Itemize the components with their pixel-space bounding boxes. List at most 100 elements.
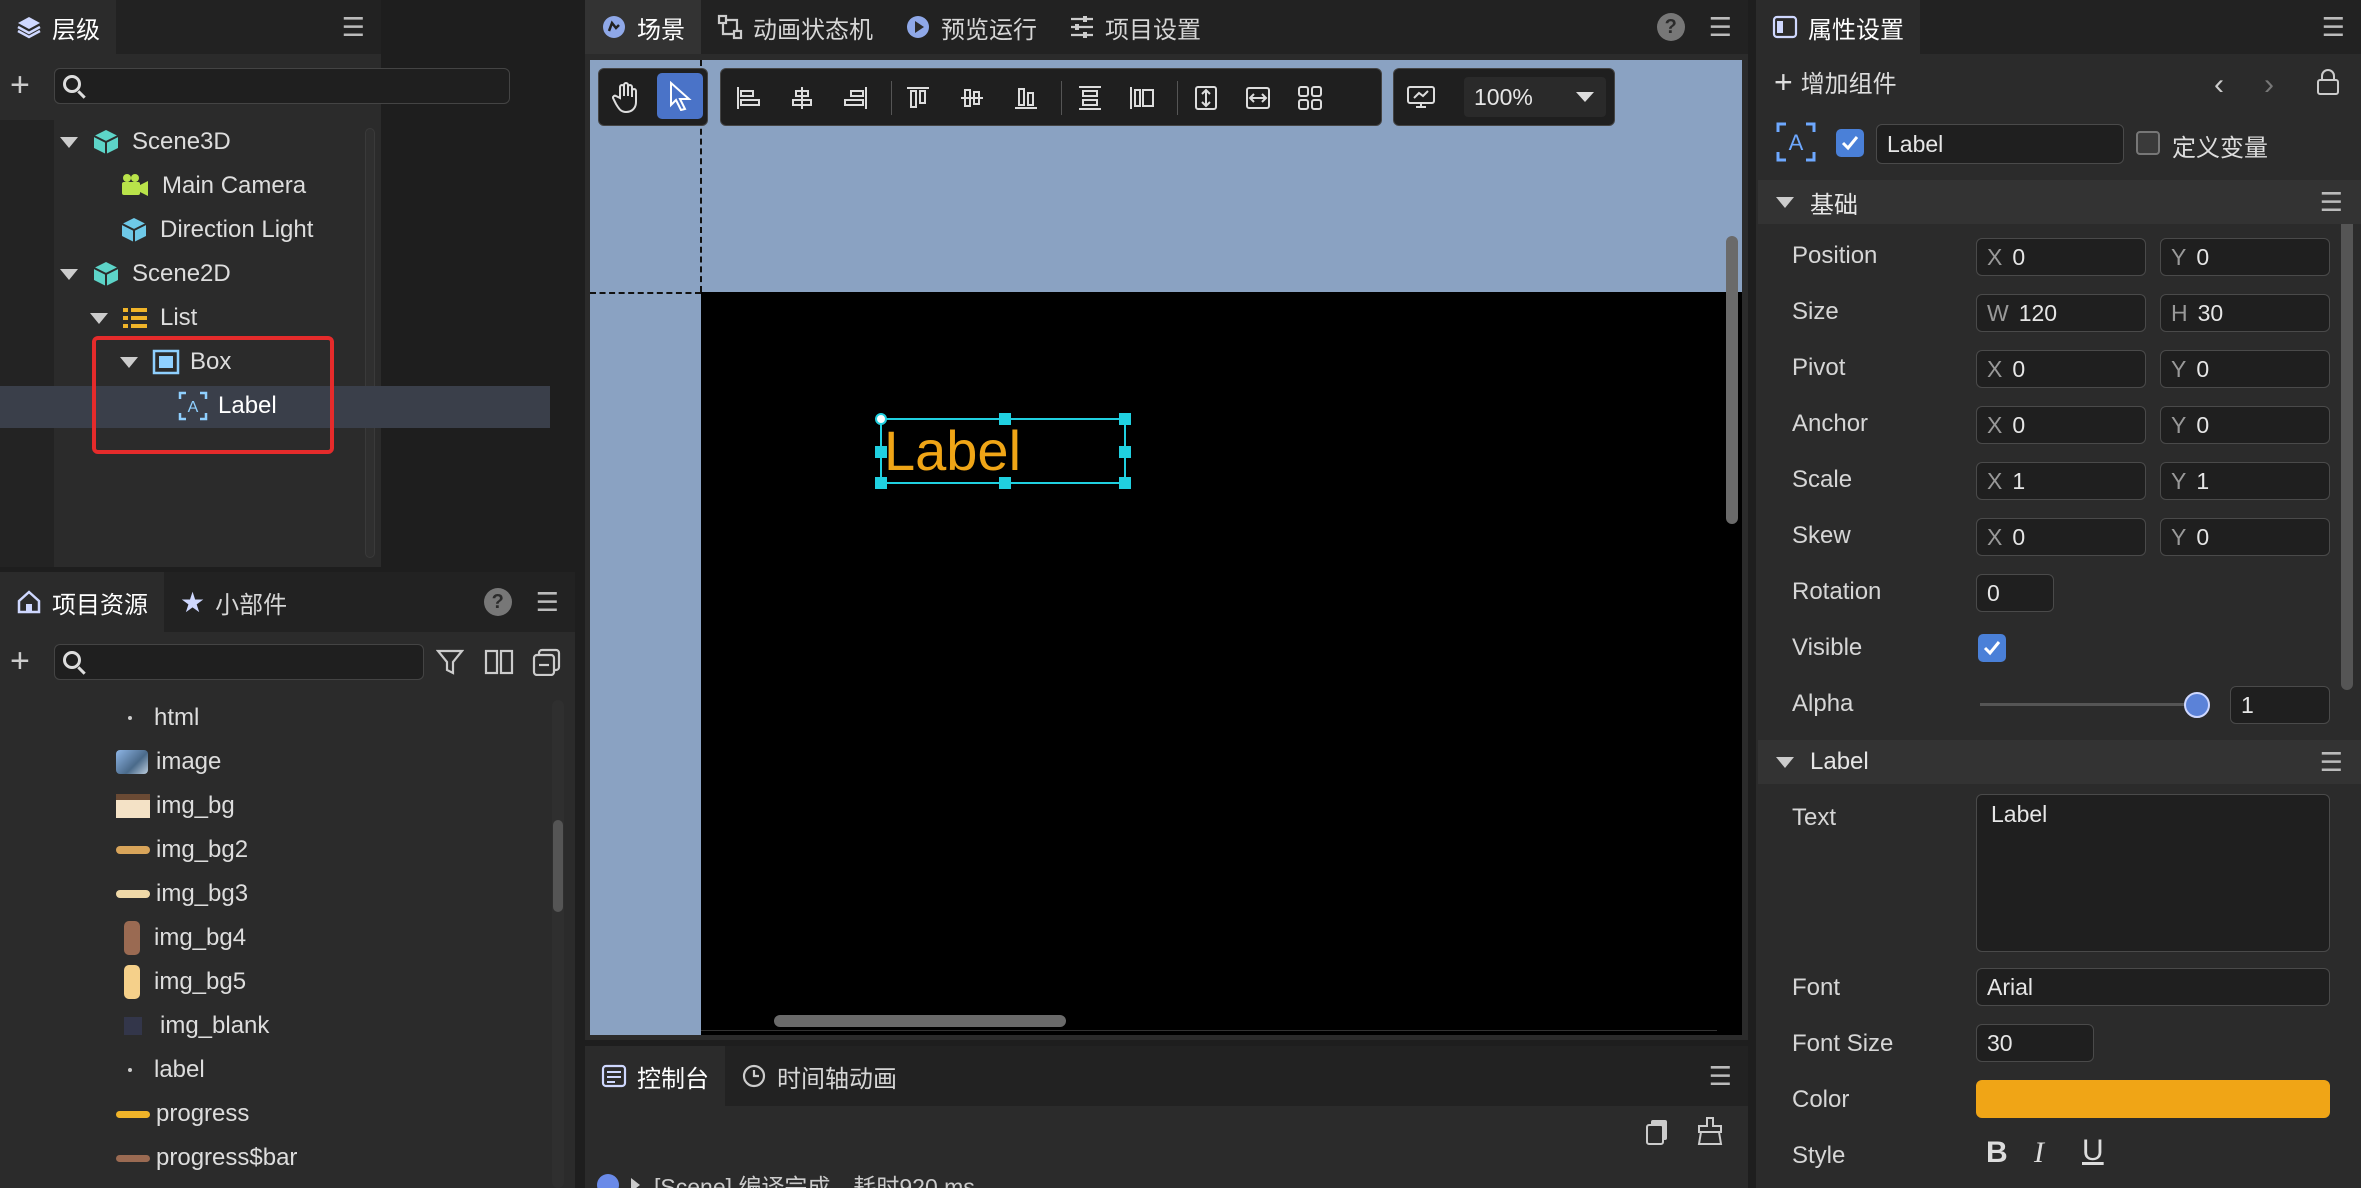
italic-icon[interactable]: I bbox=[2034, 1136, 2044, 1170]
section-menu-icon[interactable]: ☰ bbox=[2320, 747, 2343, 778]
scene-menu-icon[interactable]: ☰ bbox=[1709, 12, 1732, 43]
rotation-input[interactable]: 0 bbox=[1976, 574, 2054, 612]
resize-handle[interactable] bbox=[1119, 477, 1131, 489]
resize-handle[interactable] bbox=[999, 477, 1011, 489]
align-right-icon[interactable] bbox=[837, 79, 875, 117]
alpha-slider-track[interactable] bbox=[1980, 703, 2194, 706]
collapse-all-icon[interactable] bbox=[532, 648, 562, 681]
scene-h-scrollbar[interactable] bbox=[774, 1015, 1066, 1027]
anchor-y-input[interactable]: Y0 bbox=[2160, 406, 2330, 444]
scale-x-input[interactable]: X1 bbox=[1976, 462, 2146, 500]
asset-img-bg3[interactable]: img_bg3 bbox=[116, 872, 248, 916]
asset-image[interactable]: image bbox=[116, 740, 221, 784]
asset-img-bg5[interactable]: img_bg5 bbox=[116, 960, 246, 1004]
canvas-label-selection[interactable]: Label bbox=[875, 413, 1131, 489]
expand-icon[interactable] bbox=[60, 136, 78, 148]
asset-progress-bar[interactable]: progress$bar bbox=[116, 1136, 297, 1180]
position-y-input[interactable]: Y0 bbox=[2160, 238, 2330, 276]
pivot-x-input[interactable]: X0 bbox=[1976, 350, 2146, 388]
resize-handle[interactable] bbox=[875, 446, 887, 458]
skew-y-input[interactable]: Y0 bbox=[2160, 518, 2330, 556]
assets-scrollbar[interactable] bbox=[552, 700, 564, 1188]
tab-properties[interactable]: 属性设置 bbox=[1756, 0, 1920, 54]
align-left-icon[interactable] bbox=[729, 79, 767, 117]
text-input[interactable]: Label bbox=[1976, 794, 2330, 952]
bold-icon[interactable]: B bbox=[1986, 1136, 2008, 1170]
assets-search-input[interactable] bbox=[54, 644, 424, 680]
collapse-icon[interactable] bbox=[1776, 196, 1794, 208]
resize-handle[interactable] bbox=[1119, 446, 1131, 458]
hierarchy-add-icon[interactable]: + bbox=[10, 68, 30, 102]
tree-node-list[interactable]: List bbox=[90, 296, 197, 340]
fontsize-input[interactable]: 30 bbox=[1976, 1024, 2094, 1062]
tab-project-settings[interactable]: 项目设置 bbox=[1053, 0, 1217, 54]
scene-v-scrollbar[interactable] bbox=[1726, 236, 1738, 524]
collapse-icon[interactable] bbox=[1776, 756, 1794, 768]
expand-icon[interactable] bbox=[60, 268, 78, 280]
tab-animation-state-machine[interactable]: 动画状态机 bbox=[701, 0, 889, 54]
resize-handle[interactable] bbox=[875, 413, 887, 425]
filter-icon[interactable] bbox=[435, 648, 465, 681]
font-input[interactable]: Arial bbox=[1976, 968, 2330, 1006]
back-arrow-icon[interactable]: ‹ bbox=[2214, 68, 2224, 102]
asset-img-bg4[interactable]: img_bg4 bbox=[116, 916, 246, 960]
underline-icon[interactable]: U bbox=[2082, 1134, 2104, 1168]
size-h-input[interactable]: H 30 bbox=[2160, 294, 2330, 332]
visible-checkbox[interactable] bbox=[1978, 634, 2006, 662]
align-middle-v-icon[interactable] bbox=[953, 79, 991, 117]
align-center-h-icon[interactable] bbox=[783, 79, 821, 117]
size-w-input[interactable]: W 120 bbox=[1976, 294, 2146, 332]
define-variable-checkbox[interactable] bbox=[2136, 131, 2160, 155]
section-basic[interactable]: 基础 ☰ bbox=[1758, 180, 2361, 224]
resize-handle[interactable] bbox=[875, 477, 887, 489]
position-x-input[interactable]: X0 bbox=[1976, 238, 2146, 276]
section-menu-icon[interactable]: ☰ bbox=[2320, 187, 2343, 218]
tab-widgets[interactable]: ★ 小部件 bbox=[164, 572, 303, 632]
zoom-select[interactable]: 100% bbox=[1464, 77, 1606, 117]
columns-icon[interactable] bbox=[484, 648, 514, 681]
anchor-x-input[interactable]: X0 bbox=[1976, 406, 2146, 444]
clear-console-icon[interactable] bbox=[1695, 1116, 1725, 1151]
inspector-scrollbar[interactable] bbox=[2341, 180, 2353, 690]
tab-hierarchy[interactable]: 层级 bbox=[0, 0, 116, 54]
resize-handle[interactable] bbox=[999, 413, 1011, 425]
tree-node-scene2d[interactable]: Scene2D bbox=[60, 252, 231, 296]
hierarchy-menu-icon[interactable]: ☰ bbox=[342, 12, 365, 43]
asset-label[interactable]: label bbox=[116, 1048, 205, 1092]
alpha-input[interactable]: 1 bbox=[2230, 686, 2330, 724]
hierarchy-search-input-2[interactable] bbox=[54, 68, 510, 104]
inspector-menu-icon[interactable]: ☰ bbox=[2322, 12, 2345, 43]
grid-icon[interactable] bbox=[1291, 79, 1329, 117]
tree-scrollbar[interactable] bbox=[365, 128, 375, 558]
assets-add-icon[interactable]: + bbox=[10, 644, 30, 678]
assets-menu-icon[interactable]: ☰ bbox=[536, 587, 559, 618]
asset-progress[interactable]: progress bbox=[116, 1092, 249, 1136]
forward-arrow-icon[interactable]: › bbox=[2264, 68, 2274, 102]
color-swatch[interactable] bbox=[1976, 1080, 2330, 1118]
tab-preview-run[interactable]: 预览运行 bbox=[889, 0, 1053, 54]
asset-img-bg[interactable]: img_bg bbox=[116, 784, 235, 828]
same-width-icon[interactable] bbox=[1239, 79, 1277, 117]
same-height-icon[interactable] bbox=[1187, 79, 1225, 117]
asset-img-bg2[interactable]: img_bg2 bbox=[116, 828, 248, 872]
asset-html[interactable]: html bbox=[116, 696, 199, 740]
distribute-v-icon[interactable] bbox=[1071, 79, 1109, 117]
scene-viewport[interactable] bbox=[590, 60, 1742, 1035]
help-icon[interactable]: ? bbox=[483, 588, 512, 616]
node-active-checkbox[interactable] bbox=[1836, 129, 1864, 157]
tab-console[interactable]: 控制台 bbox=[585, 1046, 725, 1106]
select-tool-icon[interactable] bbox=[657, 73, 703, 119]
add-component-button[interactable]: + 增加组件 bbox=[1774, 64, 1897, 99]
align-top-icon[interactable] bbox=[899, 79, 937, 117]
align-bottom-icon[interactable] bbox=[1007, 79, 1045, 117]
copy-icon[interactable] bbox=[1645, 1118, 1671, 1151]
tab-timeline-animation[interactable]: 时间轴动画 bbox=[725, 1046, 913, 1106]
expand-icon[interactable] bbox=[90, 312, 108, 324]
tab-project-assets[interactable]: 项目资源 bbox=[0, 572, 164, 632]
tree-node-main-camera[interactable]: Main Camera bbox=[120, 164, 306, 208]
tab-scene[interactable]: 场景 bbox=[585, 0, 701, 54]
asset-img-blank[interactable]: img_blank bbox=[116, 1004, 269, 1048]
alpha-slider-thumb[interactable] bbox=[2184, 692, 2210, 718]
resize-handle[interactable] bbox=[1119, 413, 1131, 425]
skew-x-input[interactable]: X0 bbox=[1976, 518, 2146, 556]
